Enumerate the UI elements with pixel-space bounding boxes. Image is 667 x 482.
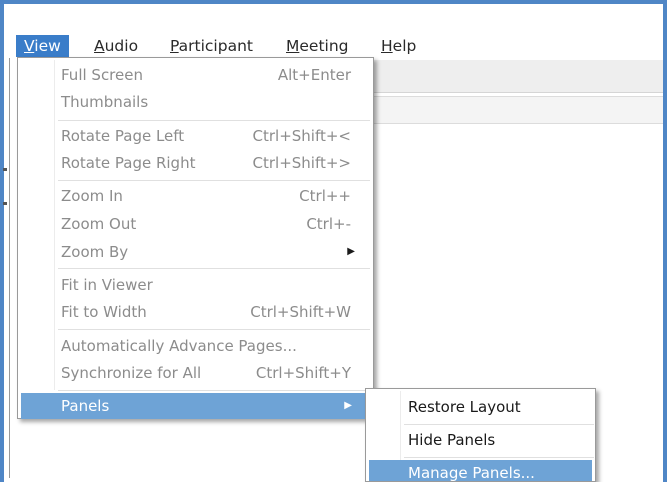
menu-view[interactable]: View: [16, 35, 69, 57]
menu-item-label: Fit in Viewer: [61, 276, 153, 294]
menu-item-label: Rotate Page Right: [61, 154, 196, 172]
menu-separator: [58, 329, 370, 330]
submenu-item-hide-panels[interactable]: Hide Panels: [366, 427, 595, 453]
menu-separator: [58, 268, 370, 269]
submenu-item-restore-layout[interactable]: Restore Layout: [366, 394, 595, 420]
menu-item-label: Panels: [61, 397, 110, 415]
edge-tick-mark: [3, 168, 7, 171]
menu-item-label: Zoom Out: [61, 215, 137, 233]
menu-item-shortcut: Ctrl+Shift+>: [252, 154, 352, 172]
menu-meeting-label-rest: eeting: [299, 37, 349, 55]
menu-item-label: Zoom By: [61, 243, 129, 261]
submenu-arrow-icon: ▶: [347, 246, 355, 257]
menu-item-full-screen[interactable]: Full Screen Alt+Enter: [18, 62, 373, 88]
menu-audio[interactable]: Audio: [86, 35, 146, 57]
menubar: View Audio Participant Meeting Help: [4, 32, 663, 58]
menu-separator: [58, 120, 370, 121]
menu-help-mnemonic: H: [381, 37, 393, 55]
menu-meeting-mnemonic: M: [286, 37, 300, 55]
menu-view-label-rest: iew: [34, 37, 61, 55]
menu-item-rotate-page-right[interactable]: Rotate Page Right Ctrl+Shift+>: [18, 150, 373, 176]
menu-item-synchronize-for-all[interactable]: Synchronize for All Ctrl+Shift+Y: [18, 360, 373, 386]
menu-item-zoom-in[interactable]: Zoom In Ctrl++: [18, 183, 373, 209]
menu-participant[interactable]: Participant: [162, 35, 261, 57]
menu-item-shortcut: Ctrl+Shift+Y: [255, 364, 351, 382]
menu-item-label: Rotate Page Left: [61, 127, 185, 145]
submenu-item-label: Hide Panels: [408, 431, 496, 449]
menu-help-label-rest: elp: [392, 37, 417, 55]
menu-item-zoom-out[interactable]: Zoom Out Ctrl+-: [18, 211, 373, 237]
toolbar-strip-secondary: [374, 96, 663, 124]
menu-item-label: Synchronize for All: [61, 364, 202, 382]
menu-view-mnemonic: V: [24, 37, 35, 55]
submenu-item-label: Restore Layout: [408, 398, 521, 416]
menu-item-shortcut: Ctrl++: [299, 187, 351, 205]
menu-item-panels[interactable]: Panels ▶: [21, 393, 370, 419]
menu-meeting[interactable]: Meeting: [278, 35, 357, 57]
menu-item-label: Thumbnails: [61, 93, 149, 111]
menu-item-shortcut: Ctrl+Shift+<: [252, 127, 352, 145]
view-menu-dropdown: Full Screen Alt+Enter Thumbnails Rotate …: [17, 57, 374, 419]
menu-item-fit-to-width[interactable]: Fit to Width Ctrl+Shift+W: [18, 299, 373, 325]
menu-item-shortcut: Alt+Enter: [277, 66, 351, 84]
menu-item-shortcut: Ctrl+Shift+W: [250, 303, 351, 321]
toolbar-strip: [374, 60, 663, 93]
menu-audio-label-rest: udio: [104, 37, 139, 55]
panel-edge-line: [9, 58, 10, 478]
edge-tick-mark: [3, 202, 7, 205]
panels-submenu: Restore Layout Hide Panels Manage Panels…: [365, 388, 596, 482]
menu-separator: [58, 180, 370, 181]
menu-participant-label-rest: articipant: [178, 37, 253, 55]
menu-item-shortcut: Ctrl+-: [306, 215, 351, 233]
menu-participant-mnemonic: P: [170, 37, 179, 55]
menu-item-zoom-by[interactable]: Zoom By ▶: [18, 239, 373, 265]
menu-item-label: Full Screen: [61, 66, 143, 84]
submenu-item-label: Manage Panels...: [408, 464, 535, 482]
menu-item-automatically-advance-pages[interactable]: Automatically Advance Pages...: [18, 333, 373, 359]
menu-item-label: Automatically Advance Pages...: [61, 337, 297, 355]
menu-item-thumbnails[interactable]: Thumbnails: [18, 89, 373, 115]
menu-item-rotate-page-left[interactable]: Rotate Page Left Ctrl+Shift+<: [18, 123, 373, 149]
menu-item-label: Fit to Width: [61, 303, 147, 321]
menu-audio-mnemonic: A: [94, 37, 105, 55]
submenu-arrow-icon: ▶: [344, 400, 352, 411]
menu-item-fit-in-viewer[interactable]: Fit in Viewer: [18, 272, 373, 298]
menu-separator: [404, 457, 594, 458]
menu-separator: [404, 424, 594, 425]
menu-help[interactable]: Help: [373, 35, 424, 57]
menu-separator: [58, 390, 370, 391]
submenu-item-manage-panels[interactable]: Manage Panels...: [369, 460, 592, 482]
menu-item-label: Zoom In: [61, 187, 123, 205]
